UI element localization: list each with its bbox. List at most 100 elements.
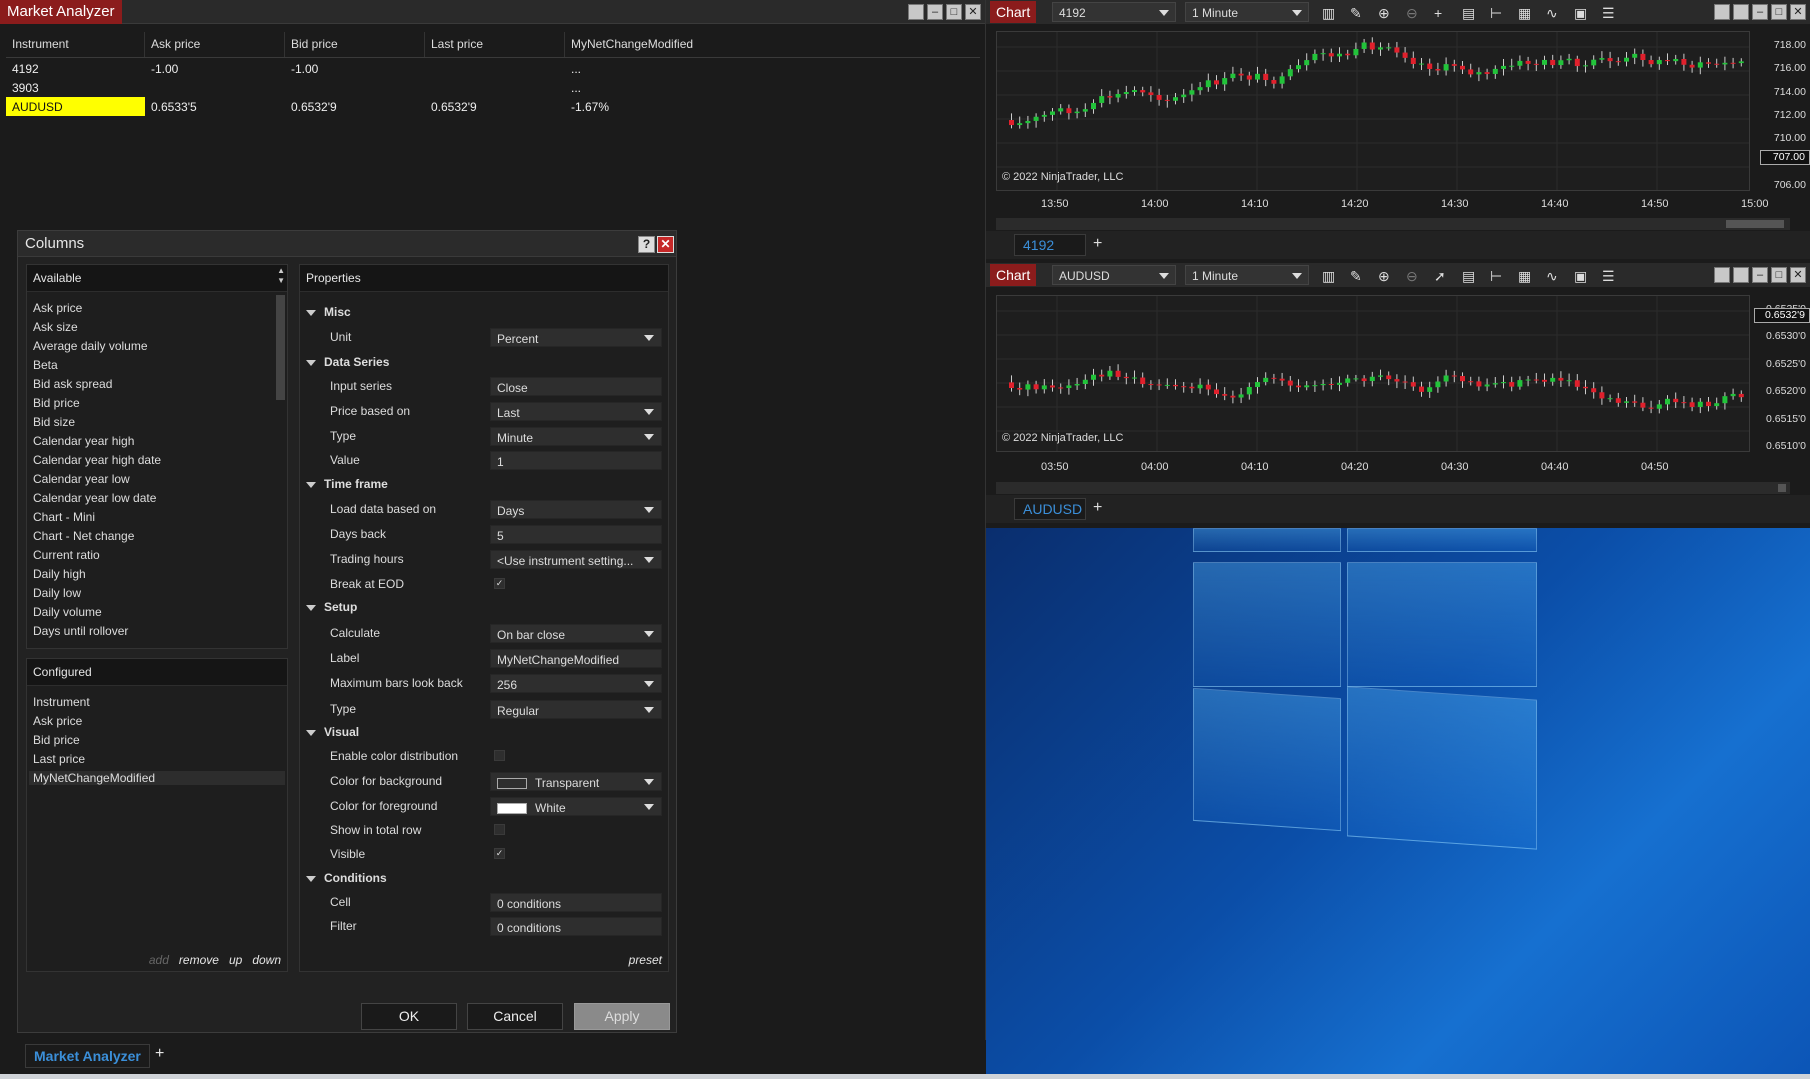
close-icon[interactable]: ✕ [965,4,981,20]
input-series-field[interactable]: Close [490,377,662,396]
list-item[interactable]: Daily low [33,586,81,600]
layout-icon[interactable] [1733,267,1749,283]
minimize-icon[interactable]: – [927,4,943,20]
table-row[interactable]: 4192 -1.00 -1.00 ... [6,59,980,78]
tab-market-analyzer[interactable]: Market Analyzer [25,1044,150,1068]
list-item[interactable]: Ask price [33,301,82,315]
apply-button[interactable]: Apply [574,1003,670,1030]
table-row[interactable]: AUDUSD 0.6533'5 0.6532'9 0.6532'9 -1.67% [6,97,980,116]
setup-type-select[interactable]: Regular [490,700,662,719]
strategies-icon[interactable]: ∿ [1546,268,1558,285]
section-conditions[interactable]: Conditions [306,871,387,885]
x-axis[interactable]: 13:50 14:00 14:10 14:20 14:30 14:40 14:50 15:00 [996,198,1769,214]
down-link[interactable]: down [252,953,281,967]
list-item[interactable]: Chart - Mini [33,510,95,524]
column-header[interactable]: Ask price [145,32,285,57]
available-list[interactable]: Available ▲ ▼ Ask price Ask size Average da… [26,264,288,649]
list-item[interactable]: Bid ask spread [33,377,112,391]
type-select[interactable]: Minute [490,427,662,446]
list-item[interactable]: Last price [33,752,85,766]
section-data-series[interactable]: Data Series [306,355,389,369]
indicators-icon[interactable]: ▦ [1518,268,1531,285]
scrollbar-thumb[interactable] [276,295,285,400]
configured-list[interactable]: Configured Instrument Ask price Bid price L… [26,658,288,972]
market-analyzer-titlebar[interactable]: Market Analyzer – □ ✕ [0,0,985,24]
days-back-field[interactable]: 5 [490,525,662,544]
layout-icon[interactable] [1714,267,1730,283]
break-eod-checkbox[interactable]: ✓ [494,578,505,589]
instrument-select[interactable]: AUDUSD [1052,265,1176,285]
ok-button[interactable]: OK [361,1003,457,1030]
layout-icon[interactable] [1714,4,1730,20]
x-axis[interactable]: 03:50 04:00 04:10 04:20 04:30 04:40 04:50 [996,461,1750,477]
value-field[interactable]: 1 [490,451,662,470]
y-axis[interactable]: 718.00716.00714.00712.00710.00708.00706.… [1750,31,1810,191]
close-icon[interactable]: ✕ [1790,267,1806,283]
price-panel[interactable]: © 2022 NinjaTrader, LLC [996,295,1750,452]
background-color-select[interactable]: Transparent [490,772,662,791]
interval-select[interactable]: 1 Minute [1185,2,1309,22]
properties-icon[interactable]: ☰ [1602,268,1615,285]
chart-scrollbar[interactable] [996,218,1790,230]
crosshair-icon[interactable]: + [1434,5,1442,21]
strategies-icon[interactable]: ∿ [1546,5,1558,22]
chart-trader-icon[interactable]: ⊢ [1490,5,1502,22]
list-item[interactable]: Calendar year high date [33,453,161,467]
taskbar[interactable] [0,1074,1810,1079]
minimize-icon[interactable]: – [1752,4,1768,20]
interval-select[interactable]: 1 Minute [1185,265,1309,285]
preset-link[interactable]: preset [629,953,662,967]
data-box-icon[interactable]: ▤ [1462,268,1475,285]
list-item[interactable]: Chart - Net change [33,529,134,543]
maximize-icon[interactable]: □ [946,4,962,20]
list-item[interactable]: Daily high [33,567,86,581]
cell-conditions-field[interactable]: 0 conditions [490,893,662,912]
indicators-icon[interactable]: ▦ [1518,5,1531,22]
list-item[interactable]: Calendar year low [33,472,130,486]
drawing-tool-icon[interactable]: ✎ [1350,268,1362,285]
list-item[interactable]: Current ratio [33,548,100,562]
list-item[interactable]: Instrument [33,695,90,709]
list-item[interactable]: Ask price [33,714,82,728]
list-item[interactable]: MyNetChangeModified [29,771,285,785]
templates-icon[interactable]: ▣ [1574,5,1587,22]
load-data-select[interactable]: Days [490,500,662,519]
section-visual[interactable]: Visual [306,725,359,739]
close-icon[interactable]: ✕ [657,236,674,253]
sort-icon[interactable]: ▲ ▼ [277,266,285,286]
visible-checkbox[interactable]: ✓ [494,848,505,859]
list-item[interactable]: Calendar year low date [33,491,156,505]
list-item[interactable]: Ask size [33,320,78,334]
column-header[interactable]: Instrument [6,32,145,57]
add-tab-button[interactable]: + [1093,235,1102,253]
foreground-color-select[interactable]: White [490,797,662,816]
section-setup[interactable]: Setup [306,600,357,614]
zoom-out-icon[interactable]: ⊖ [1406,5,1418,22]
properties-icon[interactable]: ☰ [1602,5,1615,22]
layout-icon[interactable] [908,4,924,20]
drawing-tool-icon[interactable]: ✎ [1350,5,1362,22]
color-distribution-checkbox[interactable] [494,750,505,761]
section-misc[interactable]: Misc [306,305,351,319]
cancel-button[interactable]: Cancel [467,1003,563,1030]
tab-4192[interactable]: 4192 [1014,234,1086,256]
pointer-icon[interactable]: ➚ [1434,268,1446,285]
trading-hours-select[interactable]: <Use instrument setting... [490,550,662,569]
section-time-frame[interactable]: Time frame [306,477,388,491]
minimize-icon[interactable]: – [1752,267,1768,283]
data-box-icon[interactable]: ▤ [1462,5,1475,22]
column-header[interactable]: Bid price [285,32,425,57]
chart-trader-icon[interactable]: ⊢ [1490,268,1502,285]
total-row-checkbox[interactable] [494,824,505,835]
zoom-out-icon[interactable]: ⊖ [1406,268,1418,285]
filter-conditions-field[interactable]: 0 conditions [490,917,662,936]
add-tab-button[interactable]: + [1093,499,1102,517]
up-link[interactable]: up [229,953,242,967]
remove-link[interactable]: remove [179,953,219,967]
zoom-in-icon[interactable]: ⊕ [1378,5,1390,22]
column-header[interactable]: Last price [425,32,565,57]
list-item[interactable]: Bid size [33,415,75,429]
calculate-select[interactable]: On bar close [490,624,662,643]
add-tab-button[interactable]: + [155,1045,164,1063]
list-item[interactable]: Days until rollover [33,624,128,638]
